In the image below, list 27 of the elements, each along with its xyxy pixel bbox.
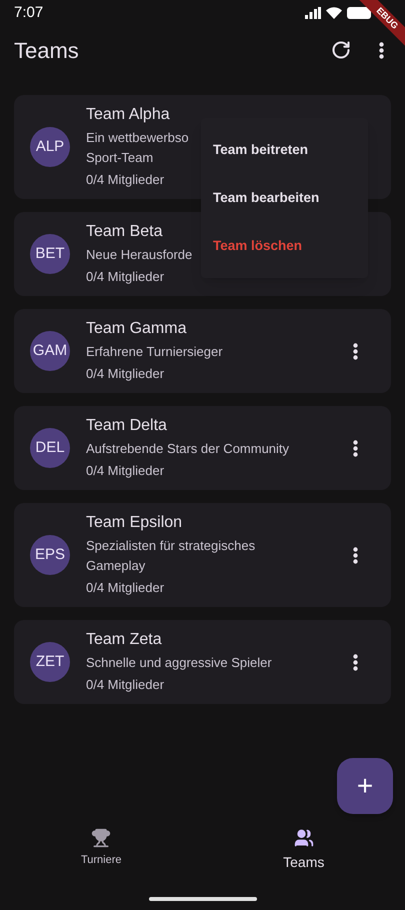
team-name: Team Gamma: [86, 319, 186, 339]
member-count: 0/4 Mitglieder: [86, 171, 164, 189]
team-name: Team Epsilon: [86, 513, 182, 533]
team-avatar: ALP: [30, 127, 70, 167]
team-name: Team Alpha: [86, 105, 170, 125]
team-avatar: ZET: [30, 642, 70, 682]
member-count: 0/4 Mitglieder: [86, 365, 164, 383]
team-avatar: DEL: [30, 428, 70, 468]
team-description: Schnelle und aggressive Spieler: [86, 654, 272, 672]
app-title: Teams: [14, 36, 80, 64]
team-avatar: EPS: [30, 535, 70, 575]
member-count: 0/4 Mitglieder: [86, 268, 164, 286]
team-description: Erfahrene Turniersieger: [86, 343, 223, 361]
team-description: Ein wettbewerbso: [86, 129, 189, 147]
team-description: Sport-Team: [86, 149, 154, 167]
status-time: 7:07: [14, 2, 44, 23]
member-count: 0/4 Mitglieder: [86, 579, 164, 597]
member-count: 0/4 Mitglieder: [86, 676, 164, 694]
team-description: Spezialisten für strategisches Gameplay: [86, 537, 256, 575]
member-count: 0/4 Mitglieder: [86, 462, 164, 480]
team-name: Team Zeta: [86, 630, 162, 650]
team-description: Neue Herausforde: [86, 246, 192, 264]
team-name: Team Delta: [86, 416, 167, 436]
team-avatar: GAM: [30, 331, 70, 371]
team-description: Aufstrebende Stars der Community: [86, 440, 290, 458]
team-avatar: BET: [30, 234, 70, 274]
team-name: Team Beta: [86, 222, 162, 242]
